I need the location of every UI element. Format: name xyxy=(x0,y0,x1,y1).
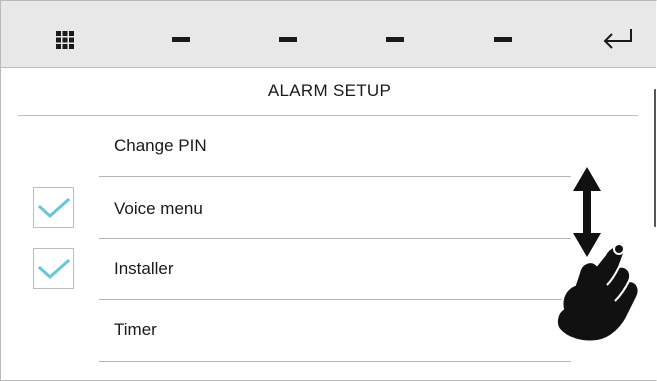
checkmark-icon xyxy=(37,197,71,219)
grid-menu-icon[interactable] xyxy=(56,31,74,49)
toolbar-slot-4[interactable] xyxy=(494,37,512,42)
hand-swipe-up-down-icon xyxy=(549,163,649,349)
alarm-setup-screen: ALARM SETUP Change PIN Voice menu Instal… xyxy=(0,0,657,381)
menu-item-label: Change PIN xyxy=(114,136,207,155)
enter-return-icon[interactable] xyxy=(601,27,635,51)
menu-item-label: Voice menu xyxy=(114,199,203,218)
voice-menu-checkbox[interactable] xyxy=(33,187,74,228)
toolbar-slot-2[interactable] xyxy=(279,37,297,42)
menu-item-label: Timer xyxy=(114,320,157,339)
menu-item-voice-menu[interactable]: Voice menu xyxy=(1,179,621,239)
installer-checkbox[interactable] xyxy=(33,248,74,289)
menu-item-label: Installer xyxy=(114,259,174,278)
toolbar-slot-3[interactable] xyxy=(386,37,404,42)
menu-item-change-pin[interactable]: Change PIN xyxy=(1,116,621,176)
top-toolbar xyxy=(1,1,656,68)
row-divider xyxy=(99,176,571,177)
checkmark-icon xyxy=(37,258,71,280)
row-divider xyxy=(99,361,571,362)
menu-item-timer[interactable]: Timer xyxy=(1,300,621,360)
menu-item-installer[interactable]: Installer xyxy=(1,239,621,299)
page-title: ALARM SETUP xyxy=(267,81,392,100)
toolbar-slot-1[interactable] xyxy=(172,37,190,42)
